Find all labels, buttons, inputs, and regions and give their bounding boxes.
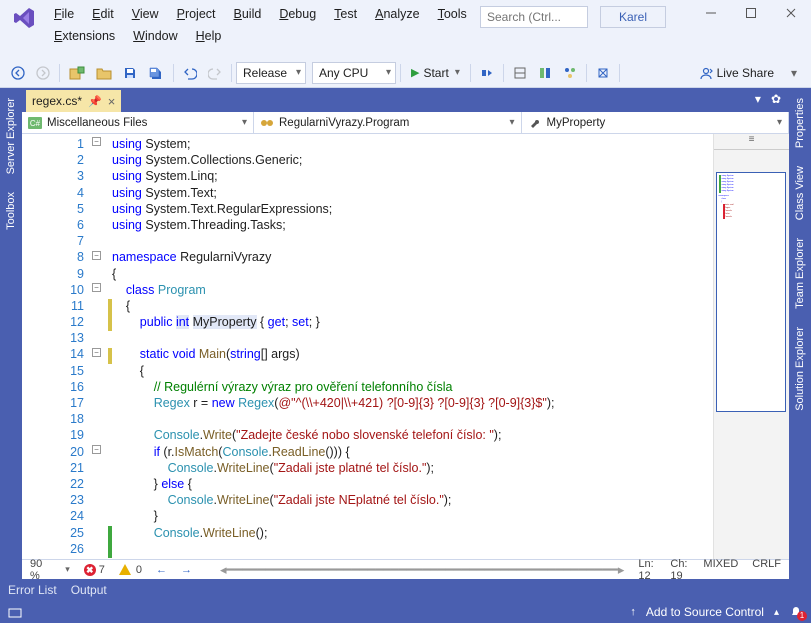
menu-window[interactable]: Window	[125, 26, 185, 46]
code-editor[interactable]: 1234567891011121314151617181920212223242…	[22, 134, 789, 559]
menu-tools[interactable]: Tools	[430, 4, 475, 24]
char-col: Ch: 19	[670, 558, 689, 582]
panel-tab-server-explorer[interactable]: Server Explorer	[2, 90, 20, 182]
tool-button-3[interactable]	[558, 61, 582, 85]
status-icon	[8, 606, 22, 618]
title-bar: FileEditViewProjectBuildDebugTestAnalyze…	[0, 0, 811, 58]
error-count[interactable]: ✖7	[84, 564, 105, 576]
close-tab-icon[interactable]: ×	[108, 94, 116, 109]
menu-build[interactable]: Build	[226, 4, 270, 24]
tool-button-4[interactable]	[591, 61, 615, 85]
left-sidebar: Server Explorer Toolbox	[0, 88, 22, 579]
undo-button[interactable]	[178, 61, 202, 85]
menu-debug[interactable]: Debug	[271, 4, 324, 24]
menu-extensions[interactable]: Extensions	[46, 26, 123, 46]
back-button[interactable]	[6, 61, 30, 85]
menu-test[interactable]: Test	[326, 4, 365, 24]
save-button[interactable]	[118, 61, 142, 85]
maximize-button[interactable]	[731, 0, 771, 26]
step-button[interactable]	[475, 61, 499, 85]
split-handle[interactable]: ≡	[714, 134, 789, 150]
toolbar-overflow[interactable]: ▾	[783, 61, 805, 85]
document-tabs: regex.cs* 📌 × ▾ ✿	[22, 88, 789, 112]
tab-settings-icon[interactable]: ✿	[767, 90, 785, 108]
eol-mode[interactable]: CRLF	[752, 558, 781, 582]
panel-tab-solution-explorer[interactable]: Solution Explorer	[791, 319, 809, 419]
csharp-icon: C#	[28, 117, 42, 129]
tab-dropdown[interactable]: ▾	[751, 90, 765, 108]
line-gutter: 1234567891011121314151617181920212223242…	[22, 134, 92, 559]
menu-analyze[interactable]: Analyze	[367, 4, 427, 24]
bottom-tool-tabs: Error List Output	[0, 579, 811, 601]
nav-prev[interactable]: ←	[156, 564, 167, 576]
nav-member-select[interactable]: MyProperty	[522, 112, 790, 133]
new-project-button[interactable]	[64, 61, 90, 85]
close-button[interactable]	[771, 0, 811, 26]
nav-type-select[interactable]: RegularniVyrazy.Program	[254, 112, 522, 133]
bottom-tab-error-list[interactable]: Error List	[8, 581, 57, 599]
nav-next[interactable]: →	[181, 564, 192, 576]
editor-status-bar: 90 %▾ ✖7 0 ← → ◂━━━━━━━━━━━━━━━━━━━━━━━━…	[22, 559, 789, 579]
panel-tab-class-view[interactable]: Class View	[791, 158, 809, 228]
bottom-tab-output[interactable]: Output	[71, 581, 107, 599]
menu-project[interactable]: Project	[169, 4, 224, 24]
vs-logo-icon	[12, 6, 36, 30]
warning-count[interactable]: 0	[119, 564, 142, 576]
status-bar: ↑ Add to Source Control ▴ 1	[0, 601, 811, 623]
live-share-button[interactable]: Live Share	[693, 63, 780, 83]
redo-button[interactable]	[203, 61, 227, 85]
tool-button-2[interactable]	[533, 61, 557, 85]
panel-tab-team-explorer[interactable]: Team Explorer	[791, 230, 809, 317]
menu-help[interactable]: Help	[188, 26, 230, 46]
menu-file[interactable]: File	[46, 4, 82, 24]
navigation-bar: C# Miscellaneous Files RegularniVyrazy.P…	[22, 112, 789, 134]
file-tab[interactable]: regex.cs* 📌 ×	[26, 90, 121, 112]
source-control-button[interactable]: Add to Source Control	[646, 605, 764, 619]
save-all-button[interactable]	[143, 61, 169, 85]
search-input[interactable]	[480, 6, 588, 28]
panel-tab-properties[interactable]: Properties	[791, 90, 809, 156]
menu-view[interactable]: View	[124, 4, 167, 24]
pin-icon[interactable]: 📌	[88, 95, 102, 108]
minimize-button[interactable]	[691, 0, 731, 26]
minimap[interactable]: using Systemusing Systemusing Systemusin…	[716, 172, 786, 412]
minimap-panel: ≡ using Systemusing Systemusing Systemus…	[713, 134, 789, 559]
config-select[interactable]: Release	[236, 62, 306, 84]
right-sidebar: Properties Class View Team Explorer Solutio…	[789, 88, 811, 579]
nav-scope-select[interactable]: C# Miscellaneous Files	[22, 112, 254, 133]
class-icon	[260, 117, 274, 129]
indent-mode[interactable]: MIXED	[703, 558, 738, 582]
zoom-level[interactable]: 90 %	[30, 558, 51, 582]
svg-text:C#: C#	[30, 119, 41, 128]
line-col: Ln: 12	[638, 558, 656, 582]
wrench-icon	[528, 117, 542, 129]
open-button[interactable]	[91, 61, 117, 85]
main-toolbar: Release Any CPU ▶Start▾ Live Share ▾	[0, 58, 811, 88]
menu-edit[interactable]: Edit	[84, 4, 122, 24]
user-badge[interactable]: Karel	[600, 6, 666, 28]
panel-tab-toolbox[interactable]: Toolbox	[2, 184, 20, 238]
live-share-icon	[699, 66, 713, 80]
platform-select[interactable]: Any CPU	[312, 62, 396, 84]
notifications-button[interactable]: 1	[789, 605, 803, 619]
tool-button-1[interactable]	[508, 61, 532, 85]
forward-button[interactable]	[31, 61, 55, 85]
start-button[interactable]: ▶Start▾	[405, 63, 466, 83]
